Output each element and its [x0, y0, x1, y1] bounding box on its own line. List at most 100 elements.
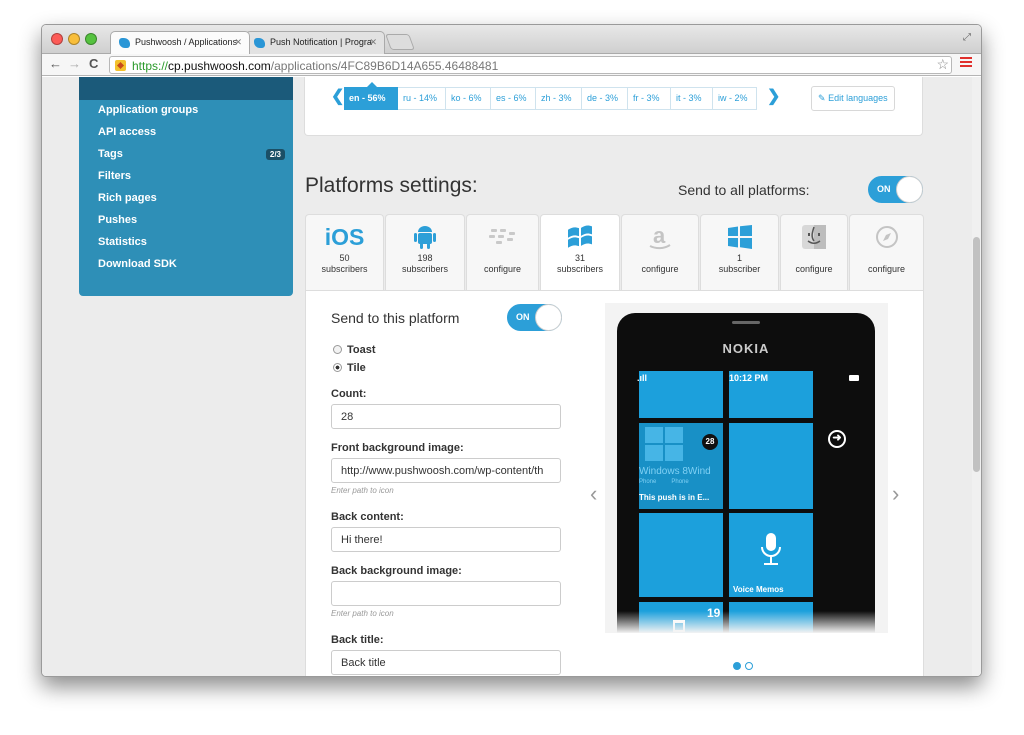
new-tab-button[interactable]	[385, 34, 415, 50]
send-to-platform-toggle[interactable]: ON	[507, 304, 562, 331]
lang-tab-fr[interactable]: fr - 3%	[628, 87, 671, 110]
front-bg-hint: Enter path to icon	[331, 486, 394, 495]
preview-next-arrow-icon[interactable]: ›	[892, 481, 899, 507]
platform-tab-android[interactable]: 198 subscribers	[385, 214, 465, 290]
tab-title: Pushwoosh / Applications	[135, 37, 238, 47]
browser-toolbar: ← → C https://cp.pushwoosh.com/applicati…	[42, 54, 981, 76]
back-title-input[interactable]: Back title	[331, 650, 561, 675]
platform-tab-ios[interactable]: iOS 50 subscribers	[305, 214, 384, 290]
safari-compass-icon	[850, 215, 923, 253]
signal-icon: .ıll	[637, 373, 648, 383]
front-bg-label: Front background image:	[331, 442, 464, 454]
windows-tile-icon	[645, 427, 683, 461]
sidebar-item-statistics[interactable]: Statistics	[98, 236, 147, 248]
phone-device: NOKIA .ıll 10:12 PM 28 Windows 8Wind Pho…	[617, 313, 875, 633]
phone-tile	[639, 513, 723, 597]
back-bg-input[interactable]	[331, 581, 561, 606]
pencil-icon: ✎	[818, 93, 826, 103]
phone-tile	[729, 423, 813, 509]
tab-title: Push Notification | Progra	[270, 37, 372, 47]
platform-settings-panel: Send to this platform ON Toast Tile Coun…	[305, 290, 924, 676]
lang-tab-iw[interactable]: iw - 2%	[713, 87, 757, 110]
sidebar-item-application-groups[interactable]: Application groups	[98, 104, 198, 116]
menu-icon[interactable]	[960, 57, 972, 69]
live-tile-preview: 28 Windows 8Wind Phone Phone This push i…	[639, 423, 723, 509]
mac-finder-icon	[781, 215, 847, 253]
minimize-window-button[interactable]	[68, 33, 80, 45]
tab-strip: Pushwoosh / Applications ✕ Push Notifica…	[42, 25, 981, 54]
fullscreen-icon[interactable]: ⤢	[963, 32, 971, 43]
android-icon	[386, 215, 464, 253]
page-scrollbar[interactable]	[972, 77, 981, 676]
back-content-input[interactable]: Hi there!	[331, 527, 561, 552]
tile-badge: 28	[702, 434, 718, 450]
svg-text:a: a	[653, 224, 666, 248]
send-to-platform-label: Send to this platform	[331, 310, 460, 326]
edit-languages-button[interactable]: ✎ Edit languages	[811, 86, 895, 111]
zoom-window-button[interactable]	[85, 33, 97, 45]
lock-warning-icon	[115, 60, 126, 71]
lang-tab-ko[interactable]: ko - 6%	[446, 87, 491, 110]
sidebar: Application groups API access Tags 2/3 F…	[79, 77, 293, 296]
phone-tile	[639, 371, 723, 418]
send-all-toggle[interactable]: ON	[868, 176, 923, 203]
tile-push-text: This push is in E...	[639, 493, 710, 502]
voice-memos-tile: Voice Memos	[729, 513, 813, 597]
forward-arrow-icon[interactable]: →	[68, 56, 81, 71]
lang-tab-ru[interactable]: ru - 14%	[398, 87, 446, 110]
radio-tile[interactable]: Tile	[333, 362, 366, 374]
lang-tab-de[interactable]: de - 3%	[582, 87, 628, 110]
sidebar-item-tags[interactable]: Tags	[98, 148, 123, 160]
tab-pushwoosh[interactable]: Pushwoosh / Applications ✕	[110, 31, 250, 54]
scrollbar-thumb[interactable]	[973, 237, 980, 472]
windows-phone-icon	[541, 215, 619, 253]
back-arrow-icon[interactable]: ←	[49, 56, 62, 71]
preview-prev-arrow-icon[interactable]: ‹	[590, 481, 597, 507]
bookmark-star-icon[interactable]: ☆	[936, 56, 949, 73]
windows-icon	[701, 215, 778, 253]
tab-push-notification[interactable]: Push Notification | Progra ✕	[245, 31, 385, 54]
close-tab-icon[interactable]: ✕	[369, 37, 377, 48]
front-bg-input[interactable]: http://www.pushwoosh.com/wp-content/th	[331, 458, 561, 483]
sidebar-item-download-sdk[interactable]: Download SDK	[98, 258, 177, 270]
close-window-button[interactable]	[51, 33, 63, 45]
send-all-label: Send to all platforms:	[678, 182, 810, 198]
pushwoosh-favicon-icon	[254, 38, 265, 48]
lang-tab-en[interactable]: en - 56%	[344, 82, 398, 110]
platform-tab-mac[interactable]: configure	[780, 214, 848, 290]
lang-tab-es[interactable]: es - 6%	[491, 87, 536, 110]
close-tab-icon[interactable]: ✕	[234, 37, 242, 48]
radio-toast[interactable]: Toast	[333, 344, 376, 356]
lang-tab-it[interactable]: it - 3%	[671, 87, 713, 110]
browser-window: Pushwoosh / Applications ✕ Push Notifica…	[41, 24, 982, 677]
lang-next-arrow-icon[interactable]: ❯	[767, 86, 780, 106]
sidebar-item-api-access[interactable]: API access	[98, 126, 156, 138]
sidebar-item-filters[interactable]: Filters	[98, 170, 131, 182]
back-title-label: Back title:	[331, 634, 384, 646]
lang-tab-zh[interactable]: zh - 3%	[536, 87, 582, 110]
lang-prev-arrow-icon[interactable]: ❮	[331, 86, 344, 106]
sidebar-item-rich-pages[interactable]: Rich pages	[98, 192, 157, 204]
platform-tab-amazon[interactable]: a configure	[621, 214, 699, 290]
amazon-icon: a	[622, 215, 698, 253]
count-input[interactable]: 28	[331, 404, 561, 429]
back-bg-hint: Enter path to icon	[331, 609, 394, 618]
back-bg-label: Back background image:	[331, 565, 462, 577]
sidebar-item-pushes[interactable]: Pushes	[98, 214, 137, 226]
page-title: Platforms settings:	[305, 174, 478, 197]
page-content: Application groups API access Tags 2/3 F…	[42, 77, 981, 676]
platform-tab-windows-phone[interactable]: 31 subscribers	[540, 214, 620, 294]
battery-icon	[849, 375, 859, 381]
carousel-dot-2[interactable]	[745, 662, 753, 670]
reload-icon[interactable]: C	[89, 56, 98, 71]
platform-tab-safari[interactable]: configure	[849, 214, 924, 290]
blackberry-icon	[467, 215, 538, 253]
phone-brand: NOKIA	[722, 341, 770, 356]
back-content-label: Back content:	[331, 511, 404, 523]
carousel-dot-1[interactable]	[733, 662, 741, 670]
address-bar[interactable]: https://cp.pushwoosh.com/applications/4F…	[109, 56, 952, 74]
language-selector: ❮ en - 56% ru - 14% ko - 6% es - 6% zh -…	[304, 77, 923, 136]
platform-tab-blackberry[interactable]: configure	[466, 214, 539, 290]
ios-icon: iOS	[324, 223, 365, 250]
platform-tab-windows[interactable]: 1 subscriber	[700, 214, 779, 290]
